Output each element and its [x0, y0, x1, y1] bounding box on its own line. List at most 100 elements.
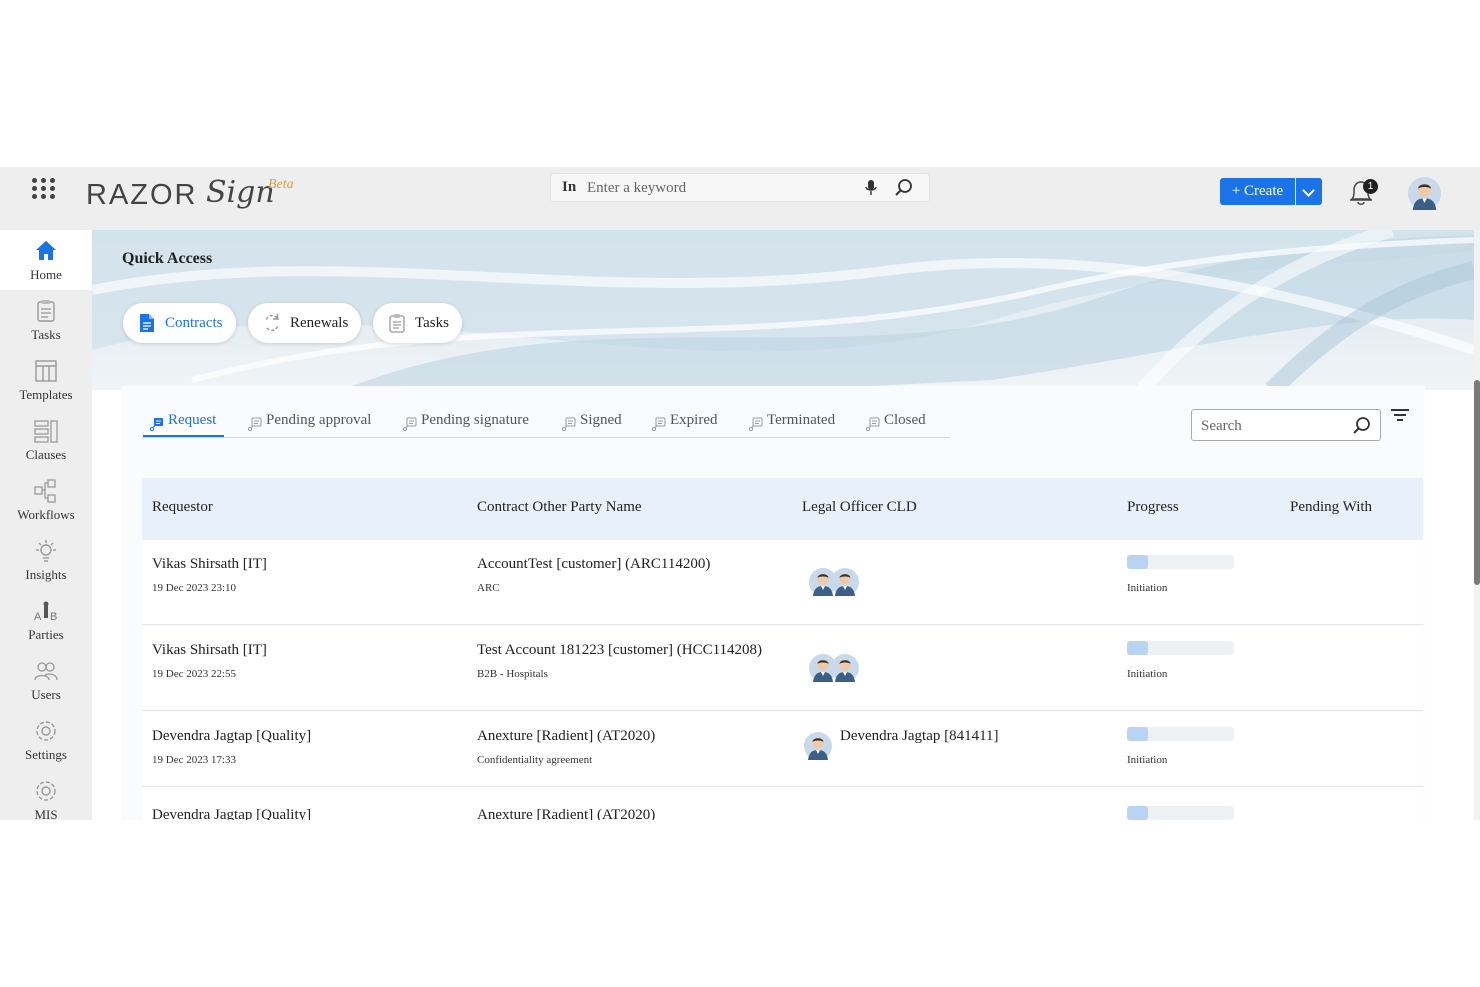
terminated-icon: [748, 417, 763, 432]
sidebar-item-tasks[interactable]: Tasks: [0, 290, 92, 350]
sidebar-item-clauses[interactable]: Clauses: [0, 410, 92, 470]
progress-bar: [1127, 555, 1234, 569]
column-header-requestor[interactable]: Requestor: [152, 499, 213, 516]
notification-count-badge: 1: [1363, 179, 1378, 194]
search-icon[interactable]: [1352, 416, 1372, 436]
tabs-divider: [142, 437, 950, 438]
sidebar-item-templates[interactable]: Templates: [0, 350, 92, 410]
requestor-name: Vikas Shirsath [IT]: [152, 556, 267, 572]
request-date: 19 Dec 2023 22:55: [152, 668, 237, 680]
party-type: B2B - Hospitals: [477, 668, 548, 680]
party-name[interactable]: Anexture [Radient] (AT2020): [477, 728, 655, 745]
progress-fill: [1127, 727, 1149, 741]
logo-razor-text: RAZOR: [86, 179, 198, 211]
sidebar-item-label: Templates: [19, 387, 73, 402]
pill-label: Tasks: [415, 315, 449, 331]
requestor-name: Vikas Shirsath [IT]: [152, 642, 267, 658]
progress-stage: Initiation: [1127, 754, 1168, 766]
home-icon: [36, 241, 56, 260]
active-tab-indicator: [143, 435, 224, 437]
top-bar: RAZOR Sign Beta In + Create 1: [0, 167, 1480, 230]
sidebar-item-home[interactable]: Home: [0, 230, 92, 290]
settings-gear-icon: [36, 721, 56, 741]
quick-access-contracts[interactable]: Contracts: [123, 303, 236, 343]
sidebar-item-label: Insights: [25, 567, 67, 582]
column-header-progress[interactable]: Progress: [1127, 499, 1179, 516]
razorsign-logo[interactable]: RAZOR Sign Beta: [86, 175, 316, 215]
svg-text:B: B: [50, 611, 57, 623]
search-icon[interactable]: [894, 178, 914, 198]
column-header-pending-with[interactable]: Pending With: [1290, 499, 1372, 516]
sidebar-item-parties[interactable]: A B Parties: [0, 590, 92, 650]
table-row[interactable]: Devendra Jagtap [Quality] Anexture [Radi…: [142, 787, 1423, 820]
clauses-icon: [34, 420, 58, 443]
officer-avatar: [831, 654, 859, 682]
quick-access-renewals[interactable]: Renewals: [248, 303, 361, 343]
requestor-name: Devendra Jagtap [Quality]: [152, 728, 312, 744]
scrollbar-thumb[interactable]: [1474, 380, 1480, 585]
quick-access-title: Quick Access: [122, 250, 213, 267]
column-header-party[interactable]: Contract Other Party Name: [477, 499, 642, 516]
quick-access-tasks[interactable]: Tasks: [373, 303, 462, 343]
beta-badge: Beta: [268, 177, 294, 192]
sidebar: Home Tasks Templates Clauses Workflows I…: [0, 230, 92, 820]
tab-label: Pending approval: [266, 412, 372, 428]
signed-icon: [561, 417, 576, 432]
page-scrollbar[interactable]: [1474, 230, 1480, 820]
table-header-row: Requestor Contract Other Party Name Lega…: [142, 478, 1423, 540]
request-date: 19 Dec 2023 17:33: [152, 754, 237, 766]
officer-avatar: [831, 568, 859, 596]
sidebar-item-workflows[interactable]: Workflows: [0, 470, 92, 530]
pill-label: Contracts: [165, 315, 223, 331]
officer-avatar: [804, 732, 832, 760]
sidebar-item-label: Clauses: [25, 447, 67, 462]
party-name[interactable]: Anexture [Radient] (AT2020): [477, 807, 655, 820]
sidebar-item-users[interactable]: Users: [0, 650, 92, 710]
sidebar-item-label: Users: [31, 687, 61, 702]
contracts-list-panel: Request Pending approval Pending signatu…: [122, 386, 1425, 820]
table-row[interactable]: Devendra Jagtap [Quality] 19 Dec 2023 17…: [142, 712, 1423, 787]
task-clipboard-icon: [389, 314, 405, 333]
progress-fill: [1127, 641, 1149, 655]
progress-fill: [1127, 806, 1149, 820]
templates-icon: [35, 360, 57, 382]
parties-icon: A B: [34, 601, 57, 623]
party-type: ARC: [477, 582, 500, 594]
sidebar-item-insights[interactable]: Insights: [0, 530, 92, 590]
pill-label: Renewals: [290, 315, 349, 331]
mis-gear-icon: [36, 781, 56, 801]
column-header-legal-officer[interactable]: Legal Officer CLD: [802, 499, 917, 516]
legal-officer-name[interactable]: Devendra Jagtap [841411]: [840, 728, 999, 745]
apps-grid-icon[interactable]: [32, 178, 56, 202]
tab-label: Closed: [884, 412, 926, 428]
sidebar-item-label: Settings: [25, 747, 67, 762]
workflows-icon: [34, 479, 56, 503]
quick-access-banner: Quick Access Contracts Renewals Tasks: [92, 230, 1474, 390]
create-dropdown-button[interactable]: [1296, 178, 1322, 205]
filter-icon[interactable]: [1390, 408, 1410, 424]
party-name[interactable]: AccountTest [customer] (ARC114200): [477, 556, 710, 573]
sidebar-item-settings[interactable]: Settings: [0, 710, 92, 770]
closed-icon: [865, 417, 880, 432]
progress-bar: [1127, 727, 1234, 741]
progress-stage: Initiation: [1127, 582, 1168, 594]
search-scope-label[interactable]: In: [562, 179, 576, 196]
sidebar-item-label: Parties: [28, 627, 64, 642]
svg-text:A: A: [34, 611, 42, 623]
microphone-icon[interactable]: [865, 180, 877, 196]
table-row[interactable]: Vikas Shirsath [IT] 19 Dec 2023 22:55 Te…: [142, 626, 1423, 711]
party-name[interactable]: Test Account 181223 [customer] (HCC11420…: [477, 642, 762, 659]
sidebar-item-mis[interactable]: MIS: [0, 770, 92, 820]
table-row[interactable]: Vikas Shirsath [IT] 19 Dec 2023 23:10 Ac…: [142, 540, 1423, 625]
tasks-icon: [37, 300, 55, 322]
contract-document-icon: [140, 314, 154, 332]
tab-label: Request: [168, 412, 217, 428]
global-search-input[interactable]: [587, 178, 847, 198]
sidebar-item-label: Home: [30, 267, 62, 282]
user-avatar[interactable]: [1408, 177, 1441, 210]
create-button[interactable]: + Create: [1220, 178, 1295, 205]
list-search-input[interactable]: [1201, 416, 1341, 436]
sidebar-item-label: MIS: [34, 807, 58, 820]
renewal-cycle-icon: [265, 313, 279, 332]
party-type: Confidentiality agreement: [477, 754, 593, 766]
